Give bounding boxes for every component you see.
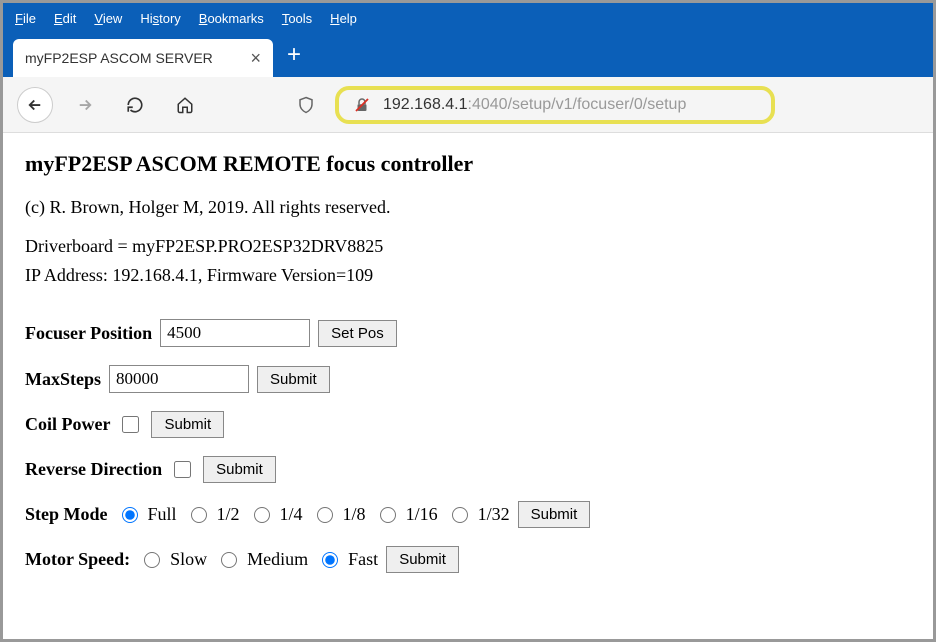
menu-help[interactable]: Help	[330, 11, 357, 26]
motor-speed-slow-radio[interactable]	[144, 552, 160, 568]
forward-button[interactable]	[67, 87, 103, 123]
step-mode-full-radio[interactable]	[122, 507, 138, 523]
set-pos-button[interactable]: Set Pos	[318, 320, 397, 347]
step-mode-thirtysecond-label: 1/32	[478, 501, 510, 528]
coil-power-submit-button[interactable]: Submit	[151, 411, 224, 438]
step-mode-eighth-label: 1/8	[343, 501, 366, 528]
copyright-text: (c) R. Brown, Holger M, 2019. All rights…	[25, 194, 911, 221]
motor-speed-fast-label: Fast	[348, 546, 378, 573]
ip-firmware-text: IP Address: 192.168.4.1, Firmware Versio…	[25, 262, 911, 289]
url-bar-area: 192.168.4.1:4040/setup/v1/focuser/0/setu…	[297, 86, 919, 124]
menu-tools[interactable]: Tools	[282, 11, 312, 26]
focuser-position-row: Focuser Position Set Pos	[25, 319, 911, 347]
maxsteps-label: MaxSteps	[25, 366, 101, 393]
reload-button[interactable]	[117, 87, 153, 123]
maxsteps-input[interactable]	[109, 365, 249, 393]
page-content: myFP2ESP ASCOM REMOTE focus controller (…	[3, 133, 933, 587]
browser-menubar: File Edit View History Bookmarks Tools H…	[3, 3, 933, 33]
coil-power-label: Coil Power	[25, 411, 110, 438]
step-mode-thirtysecond-radio[interactable]	[452, 507, 468, 523]
tab-title: myFP2ESP ASCOM SERVER	[25, 50, 213, 66]
step-mode-quarter-label: 1/4	[280, 501, 303, 528]
reverse-direction-row: Reverse Direction Submit	[25, 456, 911, 483]
coil-power-row: Coil Power Submit	[25, 411, 911, 438]
browser-tab[interactable]: myFP2ESP ASCOM SERVER ×	[13, 39, 273, 77]
motor-speed-submit-button[interactable]: Submit	[386, 546, 459, 573]
insecure-lock-icon[interactable]	[353, 96, 371, 114]
step-mode-half-label: 1/2	[217, 501, 240, 528]
arrow-right-icon	[76, 96, 94, 114]
focuser-position-label: Focuser Position	[25, 320, 152, 347]
url-highlight-box: 192.168.4.1:4040/setup/v1/focuser/0/setu…	[335, 86, 775, 124]
page-title: myFP2ESP ASCOM REMOTE focus controller	[25, 147, 911, 180]
reverse-direction-label: Reverse Direction	[25, 456, 162, 483]
reverse-direction-submit-button[interactable]: Submit	[203, 456, 276, 483]
motor-speed-medium-radio[interactable]	[221, 552, 237, 568]
step-mode-full-label: Full	[148, 501, 177, 528]
motor-speed-fast-radio[interactable]	[322, 552, 338, 568]
step-mode-eighth-radio[interactable]	[317, 507, 333, 523]
arrow-left-icon	[26, 96, 44, 114]
menu-file[interactable]: File	[15, 11, 36, 26]
menu-history[interactable]: History	[140, 11, 180, 26]
step-mode-label: Step Mode	[25, 501, 108, 528]
close-icon[interactable]: ×	[250, 48, 261, 69]
driverboard-text: Driverboard = myFP2ESP.PRO2ESP32DRV8825	[25, 233, 911, 260]
shield-icon[interactable]	[297, 96, 315, 114]
step-mode-sixteenth-label: 1/16	[406, 501, 438, 528]
motor-speed-slow-label: Slow	[170, 546, 207, 573]
step-mode-submit-button[interactable]: Submit	[518, 501, 591, 528]
step-mode-row: Step Mode Full 1/2 1/4 1/8 1/16 1/32 Sub…	[25, 501, 911, 528]
motor-speed-row: Motor Speed: Slow Medium Fast Submit	[25, 546, 911, 573]
menu-bookmarks[interactable]: Bookmarks	[199, 11, 264, 26]
home-icon	[176, 96, 194, 114]
menu-view[interactable]: View	[94, 11, 122, 26]
step-mode-sixteenth-radio[interactable]	[380, 507, 396, 523]
focuser-position-input[interactable]	[160, 319, 310, 347]
step-mode-quarter-radio[interactable]	[254, 507, 270, 523]
step-mode-half-radio[interactable]	[191, 507, 207, 523]
new-tab-button[interactable]: +	[287, 41, 301, 69]
coil-power-checkbox[interactable]	[122, 416, 139, 433]
home-button[interactable]	[167, 87, 203, 123]
maxsteps-submit-button[interactable]: Submit	[257, 366, 330, 393]
browser-tabbar: myFP2ESP ASCOM SERVER × +	[3, 33, 933, 77]
maxsteps-row: MaxSteps Submit	[25, 365, 911, 393]
motor-speed-label: Motor Speed:	[25, 546, 130, 573]
url-text[interactable]: 192.168.4.1:4040/setup/v1/focuser/0/setu…	[383, 96, 686, 114]
menu-edit[interactable]: Edit	[54, 11, 76, 26]
browser-toolbar: 192.168.4.1:4040/setup/v1/focuser/0/setu…	[3, 77, 933, 133]
back-button[interactable]	[17, 87, 53, 123]
reload-icon	[126, 96, 144, 114]
motor-speed-medium-label: Medium	[247, 546, 308, 573]
reverse-direction-checkbox[interactable]	[174, 461, 191, 478]
